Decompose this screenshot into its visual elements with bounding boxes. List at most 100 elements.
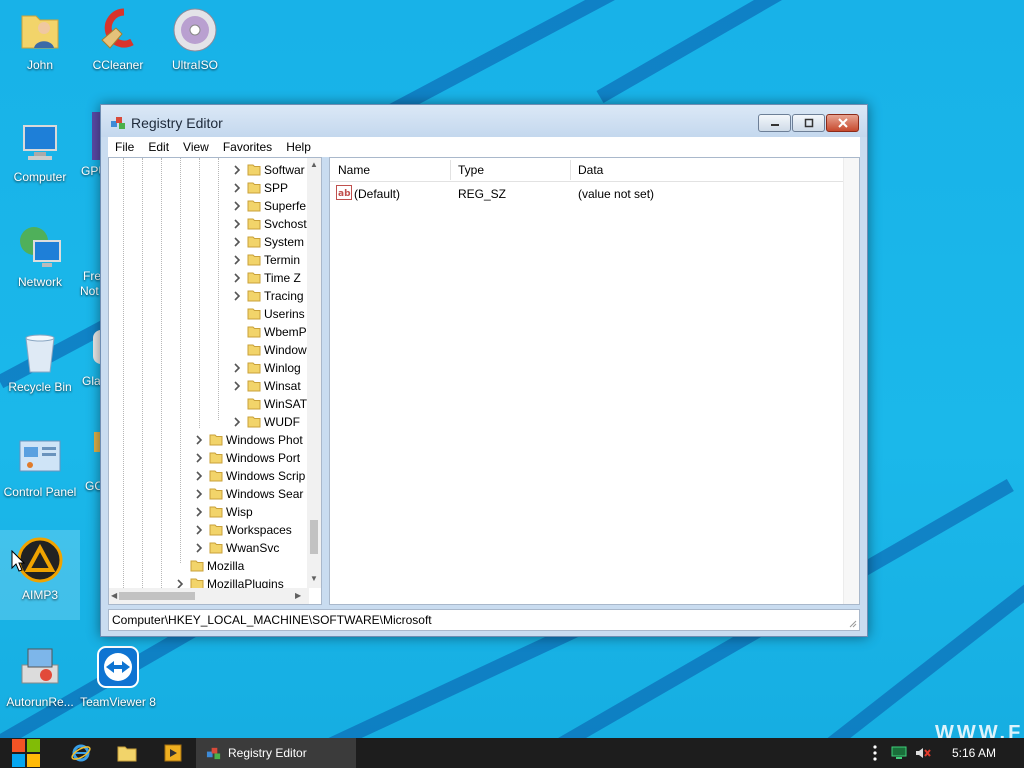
chevron-right-icon[interactable] — [231, 272, 243, 284]
tree-node-label: Wisp — [226, 505, 253, 519]
chevron-right-icon[interactable] — [231, 254, 243, 266]
folder-icon — [190, 560, 204, 572]
column-data[interactable]: Data — [578, 163, 603, 177]
folder-icon — [209, 506, 223, 518]
tray-overflow-button[interactable] — [868, 738, 882, 768]
tree-scroll-thumb[interactable] — [310, 520, 318, 554]
chevron-right-icon[interactable] — [231, 290, 243, 302]
column-name[interactable]: Name — [338, 163, 370, 177]
menu-help[interactable]: Help — [279, 140, 318, 154]
folder-icon — [209, 434, 223, 446]
tree-node-label: Windows Phot — [226, 433, 303, 447]
desktop-icon-john[interactable]: John — [0, 0, 80, 90]
desktop-icon-computer[interactable]: Computer — [0, 112, 80, 202]
recycle-bin-icon — [16, 328, 64, 376]
chevron-right-icon[interactable] — [231, 218, 243, 230]
values-vertical-scrollbar[interactable] — [843, 158, 859, 604]
desktop-icon-label: UltraISO — [171, 58, 218, 72]
tree-node-label: Termin — [264, 253, 301, 267]
menu-view[interactable]: View — [176, 140, 216, 154]
value-type: REG_SZ — [458, 187, 507, 201]
desktop-icon-aimp3[interactable]: AIMP3 — [0, 530, 80, 620]
tray-network[interactable] — [888, 738, 910, 768]
menu-file[interactable]: File — [108, 140, 141, 154]
folder-icon — [209, 524, 223, 536]
desktop-icon-teamviewer[interactable]: TeamViewer 8 — [78, 637, 158, 727]
tray-volume[interactable] — [912, 738, 934, 768]
tree-horizontal-scrollbar[interactable]: ◀ ▶ — [109, 588, 309, 604]
tree-line — [218, 158, 219, 420]
wallpaper-stripe — [596, 0, 1024, 104]
column-type[interactable]: Type — [458, 163, 484, 177]
desktop-icon-autorun[interactable]: AutorunRe... — [0, 637, 80, 727]
table-row[interactable]: ab (Default) REG_SZ (value not set) — [330, 183, 859, 203]
registry-values-list[interactable]: Name Type Data ab (Default) REG_SZ (valu… — [329, 157, 860, 605]
folder-icon — [247, 326, 261, 338]
menu-edit[interactable]: Edit — [141, 140, 176, 154]
scroll-right-arrow-icon[interactable]: ▶ — [295, 591, 301, 600]
scroll-left-arrow-icon[interactable]: ◀ — [111, 591, 117, 600]
resize-grip-icon[interactable] — [847, 618, 857, 628]
maximize-button[interactable] — [792, 114, 825, 132]
folder-icon — [209, 452, 223, 464]
taskbar-media-player[interactable] — [158, 738, 188, 768]
registry-editor-window[interactable]: Registry Editor File Edit View Favorites… — [100, 104, 868, 637]
folder-icon — [209, 542, 223, 554]
chevron-right-icon[interactable] — [231, 236, 243, 248]
desktop-icon-label: AutorunRe... — [6, 695, 74, 709]
start-button[interactable] — [8, 738, 44, 768]
chevron-right-icon[interactable] — [193, 488, 205, 500]
chevron-right-icon[interactable] — [193, 542, 205, 554]
desktop-icon-network[interactable]: Network — [0, 217, 80, 307]
tree-hscroll-thumb[interactable] — [119, 592, 195, 600]
folder-icon — [247, 290, 261, 302]
taskbar-clock[interactable]: 5:16 AM — [952, 746, 996, 760]
value-name: (Default) — [354, 187, 401, 201]
list-header: Name Type Data — [330, 158, 859, 182]
tree-node-label: System — [264, 235, 305, 249]
tree-line — [123, 158, 124, 588]
scroll-down-arrow-icon[interactable]: ▼ — [310, 574, 318, 583]
desktop-icon-recycle-bin[interactable]: Recycle Bin — [0, 322, 80, 412]
tree-node-label: Workspaces — [226, 523, 292, 537]
registry-tree[interactable]: Softwar SPP Superfe Svchost System Termin Time… — [108, 157, 322, 605]
folder-icon — [117, 746, 137, 762]
chevron-right-icon[interactable] — [231, 362, 243, 374]
chevron-right-icon[interactable] — [231, 200, 243, 212]
minimize-button[interactable] — [758, 114, 791, 132]
chevron-right-icon[interactable] — [231, 380, 243, 392]
taskbar-file-explorer[interactable] — [112, 738, 142, 768]
restore-icon — [804, 118, 813, 128]
column-separator[interactable] — [570, 160, 571, 180]
folder-icon — [247, 254, 261, 266]
chevron-right-icon[interactable] — [231, 164, 243, 176]
windows-logo-icon — [12, 739, 40, 767]
folder-icon — [247, 362, 261, 374]
chevron-right-icon[interactable] — [231, 416, 243, 428]
column-separator[interactable] — [450, 160, 451, 180]
watermark: WWW.FR — [935, 722, 1024, 738]
disc-icon — [171, 6, 219, 54]
chevron-right-icon[interactable] — [193, 506, 205, 518]
scroll-up-arrow-icon[interactable]: ▲ — [310, 160, 318, 169]
tree-line — [180, 158, 181, 563]
registry-editor-icon — [111, 117, 125, 129]
desktop-icon-control-panel[interactable]: Control Panel — [0, 427, 80, 517]
tree-vertical-scrollbar[interactable]: ▲ ▼ — [307, 158, 321, 588]
desktop-icon-ultraiso[interactable]: UltraISO — [155, 0, 235, 90]
chevron-right-icon[interactable] — [231, 182, 243, 194]
desktop-icon-ccleaner[interactable]: CCleaner — [78, 0, 158, 90]
window-title: Registry Editor — [131, 115, 223, 131]
folder-icon — [247, 272, 261, 284]
chevron-right-icon[interactable] — [193, 434, 205, 446]
chevron-right-icon[interactable] — [193, 470, 205, 482]
chevron-right-icon[interactable] — [193, 452, 205, 464]
title-bar[interactable]: Registry Editor — [101, 105, 867, 137]
svg-text:ab: ab — [338, 189, 351, 199]
taskbar-registry-editor[interactable]: Registry Editor — [196, 738, 356, 768]
menu-favorites[interactable]: Favorites — [216, 140, 279, 154]
autorun-icon — [16, 643, 64, 691]
taskbar-internet-explorer[interactable] — [66, 738, 96, 768]
close-button[interactable] — [826, 114, 859, 132]
chevron-right-icon[interactable] — [193, 524, 205, 536]
